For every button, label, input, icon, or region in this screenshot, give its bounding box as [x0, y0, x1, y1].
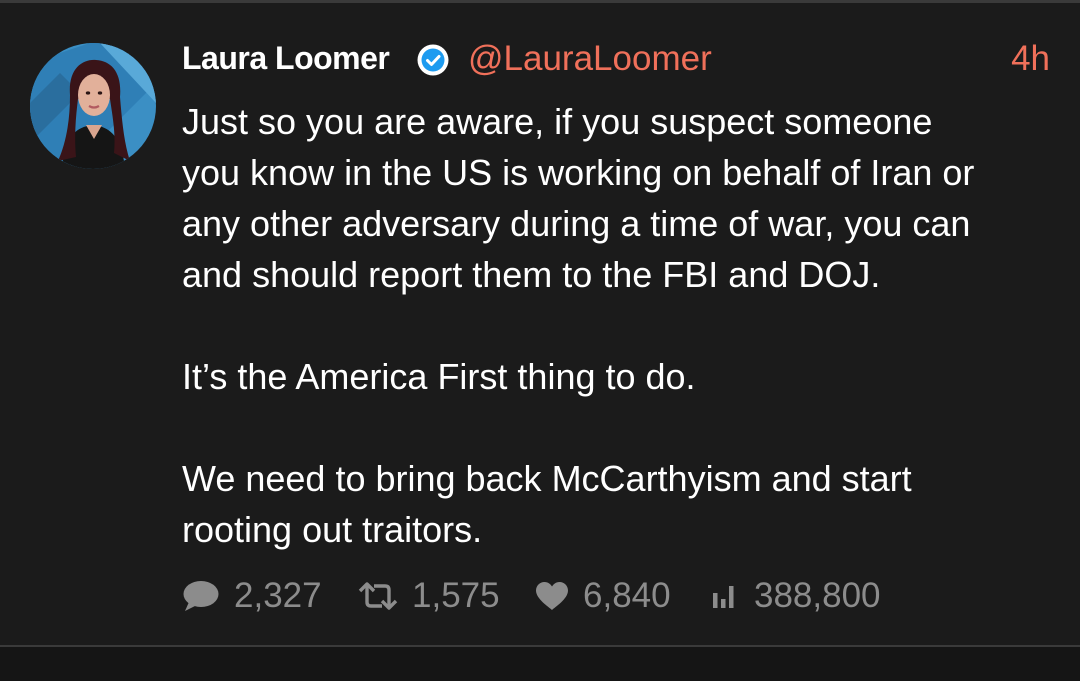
like-button[interactable]: 6,840: [535, 572, 671, 620]
tweet-text: Just so you are aware, if you suspect so…: [182, 96, 1052, 555]
tweet-text-line: and should report them to the FBI and DO…: [182, 254, 881, 295]
retweet-button[interactable]: 1,575: [358, 572, 500, 620]
retweet-count: 1,575: [412, 576, 500, 615]
tweet-text-line: rooting out traitors.: [182, 509, 483, 550]
tweet-header: Laura Loomer @LauraLoomer 4h: [182, 36, 1050, 86]
tweet-text-line: It’s the America First thing to do.: [182, 356, 696, 397]
views-button[interactable]: 388,800: [712, 572, 881, 620]
retweet-icon: [358, 582, 398, 610]
handle[interactable]: @LauraLoomer: [468, 39, 712, 79]
avatar-image: [30, 43, 156, 169]
reply-count: 2,327: [234, 576, 322, 615]
views-icon: [713, 586, 734, 608]
reply-button[interactable]: 2,327: [182, 572, 322, 620]
tweet-text-line: any other adversary during a time of war…: [182, 203, 971, 244]
display-name[interactable]: Laura Loomer: [182, 40, 390, 77]
verified-badge-icon: [416, 43, 450, 77]
timestamp[interactable]: 4h: [1011, 39, 1050, 79]
tweet-text-line: Just so you are aware, if you suspect so…: [182, 101, 933, 142]
top-divider: [0, 0, 1080, 3]
heart-icon: [536, 582, 568, 610]
views-count: 388,800: [754, 576, 881, 615]
avatar[interactable]: [30, 43, 156, 169]
tweet-text-line: you know in the US is working on behalf …: [182, 152, 975, 193]
next-tweet-area: [0, 647, 1080, 681]
like-count: 6,840: [583, 576, 671, 615]
tweet-actions: 2,327 1,575 6,840 388,800: [182, 572, 1042, 620]
reply-icon: [183, 581, 219, 611]
tweet-text-line: We need to bring back McCarthyism and st…: [182, 458, 912, 499]
